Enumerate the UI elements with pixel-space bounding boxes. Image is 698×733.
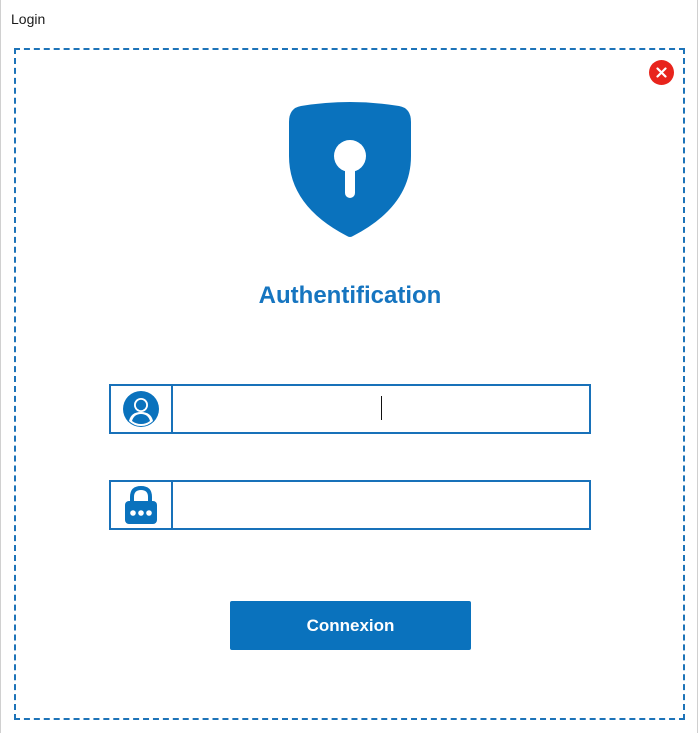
close-icon xyxy=(656,67,667,78)
login-window: Login Authentification Connexion xyxy=(0,0,698,733)
text-caret xyxy=(381,396,382,420)
login-button[interactable]: Connexion xyxy=(230,601,471,650)
window-title: Login xyxy=(11,11,46,27)
password-input[interactable] xyxy=(175,484,583,526)
username-icon-cell xyxy=(111,386,173,432)
padlock-icon xyxy=(125,485,157,524)
title-bar: Login xyxy=(1,0,697,38)
username-field[interactable] xyxy=(109,384,591,434)
username-input[interactable] xyxy=(175,388,583,430)
user-icon xyxy=(123,391,159,427)
close-button[interactable] xyxy=(649,60,674,85)
page-title: Authentification xyxy=(258,282,442,309)
password-icon-cell xyxy=(111,482,173,528)
password-field[interactable] xyxy=(109,480,591,530)
shield-keyhole-icon xyxy=(289,102,411,237)
